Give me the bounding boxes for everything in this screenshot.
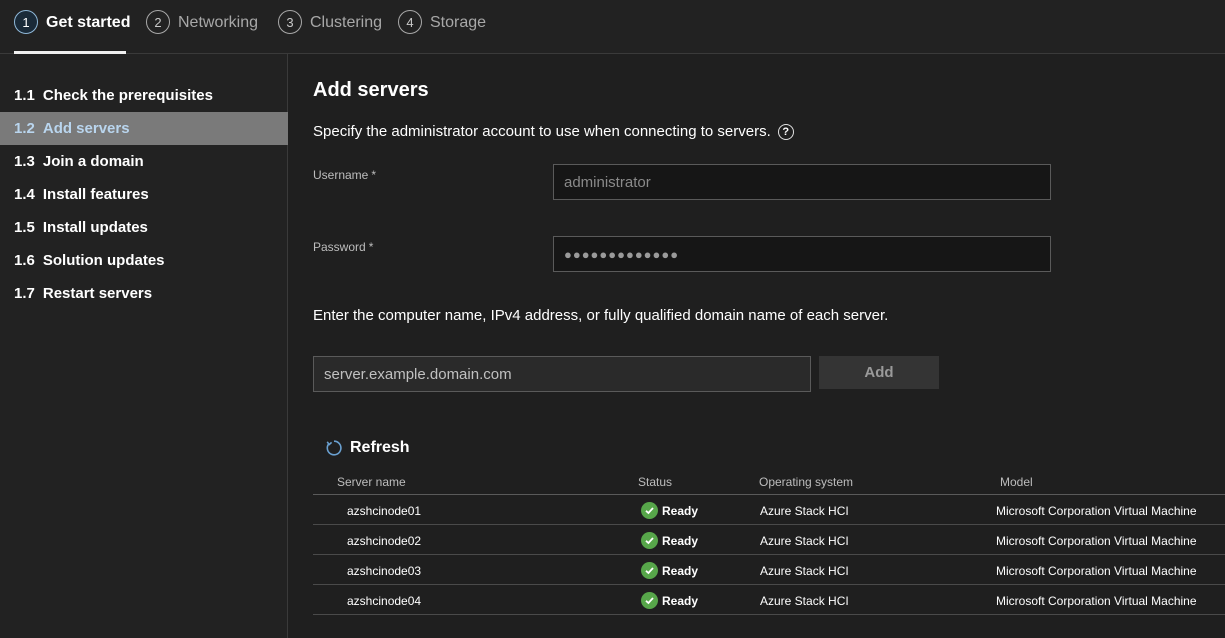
sidebar: 1.1 Check the prerequisites 1.2 Add serv… <box>0 54 288 638</box>
server-name-value: server.example.domain.com <box>324 365 512 383</box>
step-storage[interactable]: 4 Storage <box>398 10 486 54</box>
status-text: Ready <box>662 503 699 518</box>
servers-table: Server name Status Operating system Mode… <box>313 470 1225 615</box>
sidebar-item-label: Join a domain <box>42 153 144 170</box>
checkmark-circle-icon <box>641 502 658 519</box>
sidebar-item-label: Add servers <box>42 120 130 137</box>
refresh-button[interactable]: Refresh <box>325 439 410 457</box>
column-header-status[interactable]: Status <box>638 475 672 489</box>
model-cell: Microsoft Corporation Virtual Machine <box>996 534 1197 548</box>
step-clustering[interactable]: 3 Clustering <box>278 10 382 54</box>
password-field[interactable]: ●●●●●●●●●●●●● <box>553 236 1051 272</box>
os-cell: Azure Stack HCI <box>760 504 849 518</box>
sidebar-item-number: 1.4 <box>14 186 35 203</box>
step-number: 1 <box>14 10 38 34</box>
column-header-server-name[interactable]: Server name <box>337 475 406 489</box>
checkmark-circle-icon <box>641 592 658 609</box>
step-label: Networking <box>178 14 259 31</box>
server-name-cell: azshcinode04 <box>347 594 422 608</box>
sidebar-item-number: 1.7 <box>14 285 35 302</box>
sidebar-item-restart-servers[interactable]: 1.7 Restart servers <box>0 277 288 310</box>
model-cell: Microsoft Corporation Virtual Machine <box>996 504 1197 518</box>
server-name-cell: azshcinode01 <box>347 504 422 518</box>
column-header-model[interactable]: Model <box>1000 475 1033 489</box>
required-mark: * <box>368 240 374 254</box>
table-header: Server name Status Operating system Mode… <box>313 470 1225 495</box>
refresh-label: Refresh <box>350 439 410 456</box>
username-field[interactable]: administrator <box>553 164 1051 200</box>
column-header-os[interactable]: Operating system <box>759 475 853 489</box>
server-description: Enter the computer name, IPv4 address, o… <box>313 307 889 324</box>
password-label-text: Password <box>313 240 366 254</box>
sidebar-item-join-domain[interactable]: 1.3 Join a domain <box>0 145 288 178</box>
status-cell: Ready <box>641 502 698 519</box>
os-cell: Azure Stack HCI <box>760 594 849 608</box>
server-name-cell: azshcinode03 <box>347 564 422 578</box>
step-label: Storage <box>430 14 487 31</box>
table-row[interactable]: azshcinode02 Ready Azure Stack HCI Micro… <box>313 525 1225 555</box>
model-cell: Microsoft Corporation Virtual Machine <box>996 564 1197 578</box>
password-label: Password * <box>313 240 373 254</box>
sidebar-item-label: Check the prerequisites <box>42 87 213 104</box>
account-description: Specify the administrator account to use… <box>313 123 794 140</box>
sidebar-item-check-prerequisites[interactable]: 1.1 Check the prerequisites <box>0 79 288 112</box>
sidebar-item-add-servers[interactable]: 1.2 Add servers <box>0 112 288 145</box>
sidebar-item-label: Solution updates <box>42 252 165 269</box>
page-title: Add servers <box>313 79 429 101</box>
checkmark-circle-icon <box>641 562 658 579</box>
username-value: administrator <box>564 173 651 191</box>
sidebar-item-label: Install updates <box>42 219 148 236</box>
table-row[interactable]: azshcinode01 Ready Azure Stack HCI Micro… <box>313 495 1225 525</box>
status-cell: Ready <box>641 532 698 549</box>
os-cell: Azure Stack HCI <box>760 534 849 548</box>
model-cell: Microsoft Corporation Virtual Machine <box>996 594 1197 608</box>
sidebar-item-label: Install features <box>42 186 149 203</box>
sidebar-item-number: 1.3 <box>14 153 35 170</box>
step-label: Get started <box>46 14 131 31</box>
step-number: 3 <box>278 10 302 34</box>
step-networking[interactable]: 2 Networking <box>146 10 258 54</box>
sidebar-item-install-features[interactable]: 1.4 Install features <box>0 178 288 211</box>
step-number: 4 <box>398 10 422 34</box>
step-number: 2 <box>146 10 170 34</box>
table-row[interactable]: azshcinode03 Ready Azure Stack HCI Micro… <box>313 555 1225 585</box>
required-mark: * <box>371 168 377 182</box>
status-cell: Ready <box>641 592 698 609</box>
sidebar-item-number: 1.6 <box>14 252 35 269</box>
help-icon[interactable]: ? <box>777 123 794 140</box>
password-value: ●●●●●●●●●●●●● <box>564 246 680 262</box>
step-get-started[interactable]: 1 Get started <box>14 10 130 54</box>
refresh-icon <box>326 440 342 456</box>
sidebar-item-label: Restart servers <box>42 285 153 302</box>
add-button[interactable]: Add <box>819 356 939 389</box>
sidebar-item-number: 1.2 <box>14 120 35 137</box>
os-cell: Azure Stack HCI <box>760 564 849 578</box>
username-label-text: Username <box>313 168 369 182</box>
sidebar-item-solution-updates[interactable]: 1.6 Solution updates <box>0 244 288 277</box>
checkmark-circle-icon <box>641 532 658 549</box>
step-label: Clustering <box>310 14 383 31</box>
sidebar-item-install-updates[interactable]: 1.5 Install updates <box>0 211 288 244</box>
sidebar-item-number: 1.1 <box>14 87 35 104</box>
sidebar-item-number: 1.5 <box>14 219 35 236</box>
account-description-text: Specify the administrator account to use… <box>313 123 771 140</box>
wizard-stepper: 1 Get started 2 Networking 3 Clustering … <box>0 0 1225 54</box>
status-cell: Ready <box>641 562 698 579</box>
status-text: Ready <box>662 563 699 578</box>
status-text: Ready <box>662 533 699 548</box>
table-row[interactable]: azshcinode04 Ready Azure Stack HCI Micro… <box>313 585 1225 615</box>
username-label: Username * <box>313 168 376 182</box>
server-name-cell: azshcinode02 <box>347 534 422 548</box>
status-text: Ready <box>662 593 699 608</box>
server-name-input[interactable]: server.example.domain.com <box>313 356 811 392</box>
